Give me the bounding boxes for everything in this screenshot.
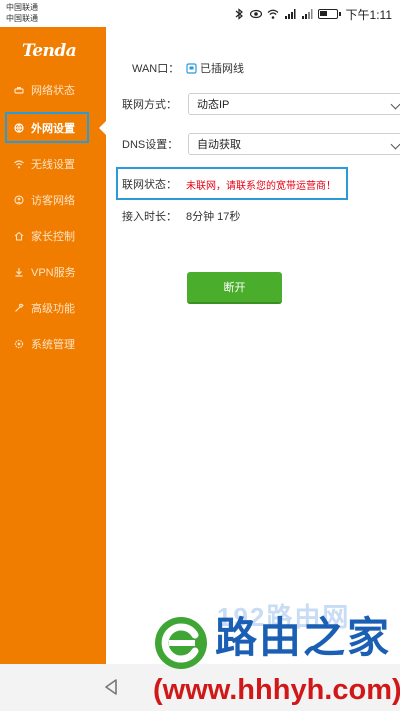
carrier-2: 中国联通	[6, 14, 38, 23]
globe-icon	[14, 123, 24, 133]
eye-icon	[249, 9, 262, 19]
sidebar-item-label: 无线设置	[31, 159, 75, 171]
status-bar: 中国联通 中国联通 下午1:11	[0, 0, 400, 27]
bluetooth-icon	[235, 8, 243, 20]
connection-type-select[interactable]: 动态IP	[188, 93, 400, 115]
disconnect-button[interactable]: 断开	[187, 272, 282, 304]
wan-port-label: WAN口：	[132, 63, 180, 75]
sidebar-item-label: 系统管理	[31, 339, 75, 351]
wifi-status-icon	[267, 9, 278, 19]
net-status-row: 联网状态： 未联网，请联系您的宽带运营商！	[106, 176, 400, 192]
sidebar-item-label: 高级功能	[31, 303, 75, 315]
network-icon	[14, 85, 24, 95]
duration-label: 接入时长：	[122, 211, 177, 223]
gear-icon	[14, 339, 24, 349]
watermark-title: 路由之家	[215, 614, 392, 661]
battery-icon	[317, 9, 341, 19]
back-icon[interactable]	[101, 677, 121, 697]
net-status-label: 联网状态：	[122, 179, 177, 191]
sidebar-item-label: 访客网络	[31, 195, 75, 207]
connection-type-label: 联网方式：	[122, 99, 177, 111]
signal-2g-icon	[301, 9, 313, 19]
sidebar-item-label: 家长控制	[31, 231, 75, 243]
chevron-down-icon	[390, 99, 400, 110]
wan-settings-panel: WAN口： 已插网线 联网方式： 动态IP DNS设置： 自动获取 联网状态： …	[106, 27, 400, 664]
watermark-logo-icon	[155, 617, 207, 669]
duration-value: 8分钟 17秒	[186, 211, 241, 223]
sidebar-item-parental[interactable]: 家长控制	[0, 221, 106, 251]
net-status-value: 未联网，请联系您的宽带运营商！	[186, 180, 336, 192]
sidebar: Tenda 网络状态 外网设置 无线设置 访客网络 家长控制 VPN服务 高级功…	[0, 27, 106, 664]
sidebar-item-guest[interactable]: 访客网络	[0, 185, 106, 215]
vpn-icon	[14, 267, 24, 277]
sidebar-item-advanced[interactable]: 高级功能	[0, 293, 106, 323]
wan-port-row: WAN口： 已插网线	[106, 60, 400, 76]
sidebar-item-network-status[interactable]: 网络状态	[0, 75, 106, 105]
wan-port-status: 已插网线	[186, 60, 244, 76]
sidebar-item-vpn[interactable]: VPN服务	[0, 257, 106, 287]
sidebar-item-label: 网络状态	[31, 85, 75, 97]
clock: 下午1:11	[345, 7, 392, 22]
dns-row: DNS设置： 自动获取	[106, 133, 400, 155]
chevron-down-icon	[390, 139, 400, 150]
carrier-1: 中国联通	[6, 3, 38, 12]
sidebar-item-label: 外网设置	[31, 123, 75, 135]
connection-type-value: 动态IP	[197, 99, 230, 111]
guest-icon	[14, 195, 24, 205]
watermark: 192路由网 路由之家 (www.hhhyh.com)	[145, 595, 400, 711]
wrench-icon	[14, 303, 24, 313]
dns-select[interactable]: 自动获取	[188, 133, 400, 155]
status-icons: 下午1:11	[233, 5, 392, 23]
wifi-icon	[14, 159, 24, 169]
duration-row: 接入时长： 8分钟 17秒	[106, 208, 400, 224]
connection-type-row: 联网方式： 动态IP	[106, 93, 400, 115]
watermark-url: (www.hhhyh.com)	[153, 674, 400, 706]
sidebar-item-label: VPN服务	[31, 267, 76, 279]
dns-value: 自动获取	[197, 139, 241, 151]
signal-4g-icon	[284, 9, 296, 19]
cable-plugged-icon	[186, 62, 197, 74]
tenda-logo: Tenda	[22, 41, 77, 61]
sidebar-item-wireless[interactable]: 无线设置	[0, 149, 106, 179]
wan-port-value: 已插网线	[200, 63, 244, 75]
sidebar-item-wan-settings[interactable]: 外网设置	[0, 113, 106, 143]
sidebar-item-system[interactable]: 系统管理	[0, 329, 106, 359]
dns-label: DNS设置：	[122, 139, 179, 151]
home-icon	[14, 231, 24, 241]
